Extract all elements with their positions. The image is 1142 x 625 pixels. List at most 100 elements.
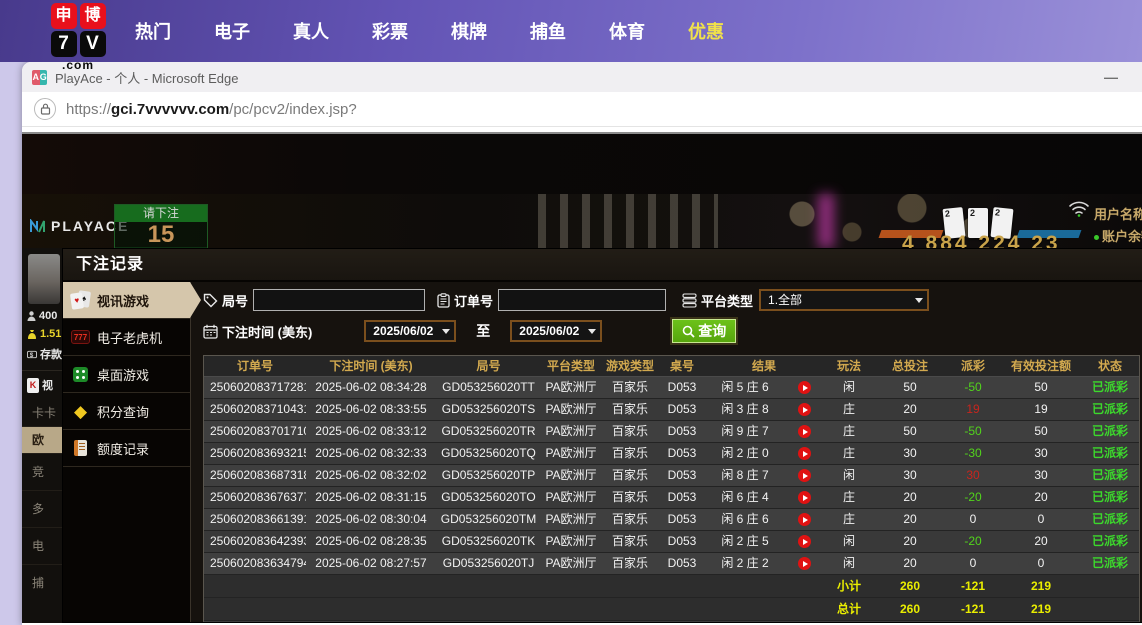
result-cell: 闲 9 庄 7 (705, 421, 785, 442)
sidebar-item-credit-records[interactable]: 额度记录 (63, 430, 190, 467)
round-cell: GD053256020TK (436, 531, 541, 552)
nav-item-1[interactable]: 电子 (214, 18, 250, 44)
time-cell: 2025-06-02 08:27:57 (306, 553, 436, 574)
total-row-label: 总计 (823, 598, 875, 620)
time-cell: 2025-06-02 08:32:33 (306, 443, 436, 464)
order_id-cell: 250602083687318 (204, 465, 306, 486)
play-video-button[interactable] (798, 513, 811, 526)
nav-item-6[interactable]: 体育 (609, 18, 645, 44)
rail-menu-europe[interactable]: 欧 (22, 427, 62, 454)
time-cell: 2025-06-02 08:31:15 (306, 487, 436, 508)
result-cell-video (785, 465, 823, 486)
play-video-button[interactable] (798, 491, 811, 504)
order-input[interactable] (498, 289, 666, 311)
nav-item-5[interactable]: 捕鱼 (530, 18, 566, 44)
play-video-button[interactable] (798, 447, 811, 460)
logo-badge-shen: 申 (51, 3, 77, 29)
total-row: 总计260-121219 (204, 598, 1139, 621)
round-label: 局号 (203, 291, 248, 310)
minimize-button[interactable]: — (1104, 69, 1118, 85)
play-video-button[interactable] (798, 425, 811, 438)
bet-cell: 20 (875, 509, 945, 530)
date-to-select[interactable]: 2025/06/02 (510, 320, 602, 342)
info-balance: 账户余额 (1094, 226, 1142, 245)
nav-item-2[interactable]: 真人 (293, 18, 329, 44)
platform-cell: PA欧洲厅 (541, 531, 601, 552)
payout-cell: -50 (945, 377, 1001, 398)
col-header: 桌号 (659, 356, 705, 376)
platform-select[interactable]: 1.全部 (759, 289, 929, 311)
order_id-cell: 250602083661391 (204, 509, 306, 530)
table_no-cell: D053 (659, 509, 705, 530)
page-dark-band (22, 134, 1142, 194)
table-row: 2506020836932152025-06-02 08:32:33GD0532… (204, 443, 1139, 465)
play-cell: 庄 (823, 399, 875, 420)
url-text[interactable]: https://gci.7vvvvvv.com/pc/pcv2/index.js… (66, 101, 357, 118)
round-cell: GD053256020TR (436, 421, 541, 442)
nav-item-7[interactable]: 优惠 (688, 18, 724, 44)
game-cell: 百家乐 (601, 443, 659, 464)
page-content: PLAYACE 请下注 15 2 2 2 4 884 224 23 用户名称 账… (22, 134, 1142, 623)
edge-urlbar[interactable]: https://gci.7vvvvvv.com/pc/pcv2/index.js… (22, 92, 1142, 127)
play-video-button[interactable] (798, 469, 811, 482)
user-avatar[interactable] (28, 254, 60, 304)
lock-icon[interactable] (34, 98, 56, 120)
nav-item-0[interactable]: 热门 (135, 18, 171, 44)
subtotal-row-payout: -121 (945, 575, 1001, 597)
sidebar-item-table-games[interactable]: 桌面游戏 (63, 356, 190, 393)
rail-menu-dianzi[interactable]: 电 (22, 528, 62, 565)
payout-cell: 30 (945, 465, 1001, 486)
result-cell: 闲 3 庄 8 (705, 399, 785, 420)
round-cell: GD053256020TO (436, 487, 541, 508)
rail-menu-duo[interactable]: 多 (22, 491, 62, 528)
payout-cell: -50 (945, 421, 1001, 442)
left-rail: 400 1.51 $ 存款 K 视 卡卡 欧 竞 (22, 248, 62, 623)
rail-menu-buyu[interactable]: 捕 (22, 565, 62, 602)
result-cell-video (785, 487, 823, 508)
sidebar-item-slots[interactable]: 777 电子老虎机 (63, 319, 190, 356)
status-cell: 已派彩 (1081, 465, 1139, 486)
round-cell: GD053256020TT (436, 377, 541, 398)
logo-domain: .com (46, 58, 110, 72)
payout-cell: 0 (945, 509, 1001, 530)
play-video-button[interactable] (798, 403, 811, 416)
urlbar-divider (22, 127, 1142, 134)
order_id-cell: 250602083676377 (204, 487, 306, 508)
play-video-button[interactable] (798, 557, 811, 570)
game-cell: 百家乐 (601, 553, 659, 574)
platform-cell: PA欧洲厅 (541, 421, 601, 442)
play-video-button[interactable] (798, 535, 811, 548)
col-header: 下注时间 (美东) (306, 356, 436, 376)
sidebar-item-video-games[interactable]: ♠♥ 视讯游戏 (63, 282, 190, 319)
game-cell: 百家乐 (601, 487, 659, 508)
bet-records-modal: 下注记录 ♠♥ 视讯游戏 777 电子老虎机 桌面游戏 (62, 248, 1142, 623)
table_no-cell: D053 (659, 377, 705, 398)
nav-item-4[interactable]: 棋牌 (451, 18, 487, 44)
modal-sidebar: ♠♥ 视讯游戏 777 电子老虎机 桌面游戏 ◆ (63, 282, 191, 622)
rail-menu-kaka[interactable]: 卡卡 (22, 400, 62, 427)
nav-item-3[interactable]: 彩票 (372, 18, 408, 44)
bet-prompt: 请下注 (115, 205, 207, 222)
card-icon: K (27, 378, 39, 393)
status-cell: 已派彩 (1081, 487, 1139, 508)
round-input[interactable] (253, 289, 425, 311)
status-cell: 已派彩 (1081, 399, 1139, 420)
date-from-select[interactable]: 2025/06/02 (364, 320, 456, 342)
play-cell: 闲 (823, 553, 875, 574)
sidebar-item-points[interactable]: ◆ 积分查询 (63, 393, 190, 430)
valid-cell: 20 (1001, 531, 1081, 552)
empty-cell (204, 575, 823, 597)
rail-menu-jing[interactable]: 竞 (22, 454, 62, 491)
rail-video-item[interactable]: K 视 (22, 377, 62, 393)
search-button[interactable]: 查询 (672, 319, 736, 343)
result-cell: 闲 2 庄 2 (705, 553, 785, 574)
rail-deposit-button[interactable]: $ 存款 (22, 346, 62, 362)
play-video-button[interactable] (798, 381, 811, 394)
payout-cell: -20 (945, 531, 1001, 552)
table_no-cell: D053 (659, 421, 705, 442)
platform-cell: PA欧洲厅 (541, 553, 601, 574)
valid-cell: 50 (1001, 421, 1081, 442)
payout-cell: -30 (945, 443, 1001, 464)
site-logo[interactable]: 申 博 7 V .com (46, 3, 110, 72)
play-cell: 庄 (823, 487, 875, 508)
